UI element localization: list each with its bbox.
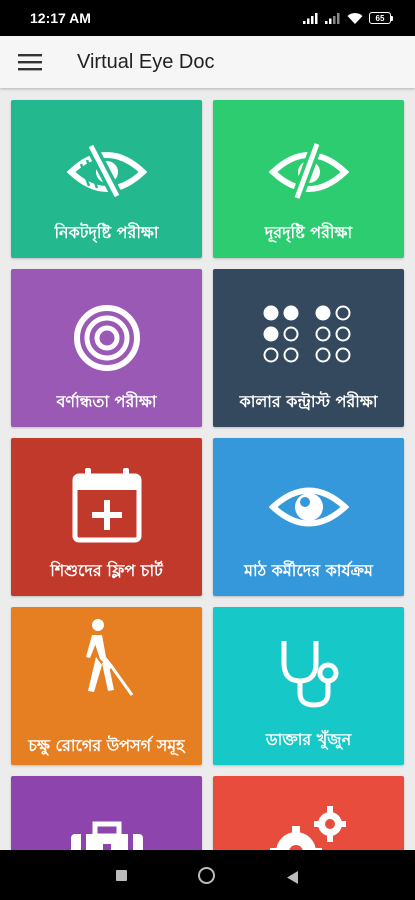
medkit-icon [70,821,143,850]
tile-kids-flip-chart[interactable]: শিশুদের ফ্লিপ চার্ট [11,438,202,596]
tile-label: কালার কন্ট্রাস্ট পরীক্ষা [239,392,378,411]
feature-grid: নিকটদৃষ্টি পরীক্ষা দূরদৃষ্টি পরীক্ষা বর্… [0,88,415,850]
target-icon [73,305,140,371]
tile-color-blindness[interactable]: বর্ণান্ধতা পরীক্ষা [11,269,202,427]
triangle-back-icon [287,871,298,884]
tile-first-aid[interactable] [11,776,202,850]
home-button[interactable] [198,867,215,884]
tile-distance-vision[interactable]: দূরদৃষ্টি পরীক্ষা [213,100,404,258]
wifi-icon [347,12,363,24]
stethoscope-icon [281,641,338,708]
battery-icon: 65 [369,12,393,24]
calendar-plus-icon [72,468,141,543]
circle-icon [198,867,215,884]
tile-color-contrast[interactable]: কালার কন্ট্রাস্ট পরীক্ষা [213,269,404,427]
tile-settings[interactable] [213,776,404,850]
status-time: 12:17 AM [30,10,91,26]
signal-icon [303,13,318,24]
tile-label: নিকটদৃষ্টি পরীক্ষা [54,223,159,242]
tile-label: দূরদৃষ্টি পরীক্ষা [264,223,353,242]
status-icons: 65 [303,12,393,25]
battery-level: 65 [375,13,385,23]
status-bar: 12:17 AM 65 [0,0,415,36]
eye-icon [268,487,349,527]
tile-eye-symptoms[interactable]: চক্ষু রোগের উপসর্গ সমূহ [11,607,202,765]
back-button[interactable] [287,869,299,888]
eye-slash-icon [66,143,147,199]
hamburger-icon [18,54,42,71]
eye-slash-icon [268,141,349,200]
recent-apps-button[interactable] [116,870,127,881]
gears-icon [269,806,346,850]
tile-label: মাঠ কর্মীদের কার্যক্রম [244,561,373,580]
blind-walker-icon [85,619,133,696]
system-nav-bar [0,850,415,900]
tile-label: শিশুদের ফ্লিপ চার্ট [50,561,163,580]
menu-button[interactable] [0,36,60,88]
tile-find-doctor[interactable]: ডাক্তার খুঁজুন [213,607,404,765]
signal-icon-2 [325,13,340,24]
dots-grid-icon [263,305,350,363]
tile-field-worker[interactable]: মাঠ কর্মীদের কার্যক্রম [213,438,404,596]
tile-label: বর্ণান্ধতা পরীক্ষা [56,392,157,411]
app-title: Virtual Eye Doc [77,50,215,73]
tile-label: চক্ষু রোগের উপসর্গ সমূহ [28,736,185,755]
tile-near-vision[interactable]: নিকটদৃষ্টি পরীক্ষা [11,100,202,258]
square-icon [116,870,127,881]
app-bar: Virtual Eye Doc [0,36,415,88]
tile-label: ডাক্তার খুঁজুন [265,730,352,749]
